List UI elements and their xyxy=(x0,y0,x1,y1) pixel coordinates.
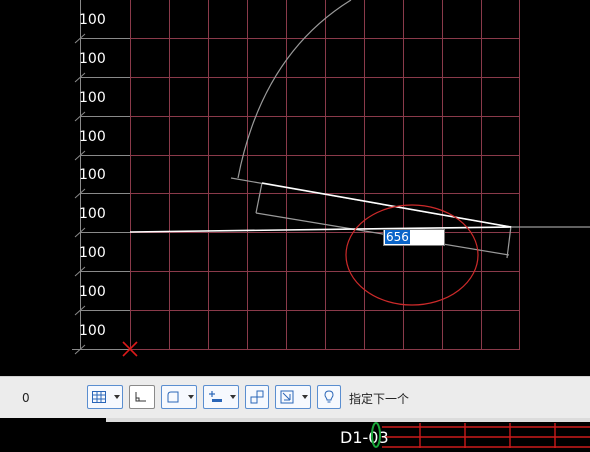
status-bar: 0 指定下一个 xyxy=(0,376,590,418)
angular-dimension xyxy=(230,177,590,259)
polar-icon xyxy=(167,391,179,403)
separator-line xyxy=(106,418,590,422)
chevron-down-icon xyxy=(114,395,120,399)
row-labels: 100 100 100 100 100 100 100 100 100 xyxy=(79,12,106,339)
row-label: 100 xyxy=(79,245,106,261)
chevron-down-icon xyxy=(230,395,236,399)
chevron-down-icon xyxy=(302,395,308,399)
drawing-canvas[interactable]: 100 100 100 100 100 100 100 100 100 656 xyxy=(0,0,590,376)
track-icon xyxy=(250,390,264,404)
coordinate-readout: 0 xyxy=(22,391,30,405)
grid-snap-button[interactable] xyxy=(87,385,123,409)
ortho-icon xyxy=(135,392,146,402)
dynamic-ucs-icon xyxy=(280,390,294,404)
ortho-button[interactable] xyxy=(129,385,155,409)
row-label: 100 xyxy=(79,129,106,145)
rubberband-lines xyxy=(129,182,512,233)
hint-button[interactable] xyxy=(317,385,341,409)
snap-circle xyxy=(345,204,479,306)
row-label: 100 xyxy=(79,284,106,300)
lightbulb-icon xyxy=(324,390,334,403)
object-track-button[interactable] xyxy=(245,385,269,409)
dynamic-input-value: 656 xyxy=(385,230,410,244)
row-label: 100 xyxy=(79,323,106,339)
row-label: 100 xyxy=(79,206,106,222)
row-label: 100 xyxy=(79,12,106,28)
dynamic-input-field[interactable]: 656 xyxy=(383,229,445,246)
grid-icon xyxy=(92,391,106,403)
row-label: 100 xyxy=(79,167,106,183)
drawing-area[interactable]: 100 100 100 100 100 100 100 100 100 xyxy=(0,0,590,376)
bottom-label: D1-03 xyxy=(340,428,389,447)
object-snap-icon xyxy=(209,391,222,402)
dynamic-ucs-button[interactable] xyxy=(275,385,311,409)
polar-button[interactable] xyxy=(161,385,197,409)
chevron-down-icon xyxy=(188,395,194,399)
grid xyxy=(130,0,520,350)
object-snap-button[interactable] xyxy=(203,385,239,409)
angle-arc xyxy=(237,0,352,179)
row-label: 100 xyxy=(79,51,106,67)
row-label: 100 xyxy=(79,90,106,106)
command-prompt: 指定下一个 xyxy=(349,392,410,406)
bottom-drawing-strip: D1-03 xyxy=(0,418,590,448)
